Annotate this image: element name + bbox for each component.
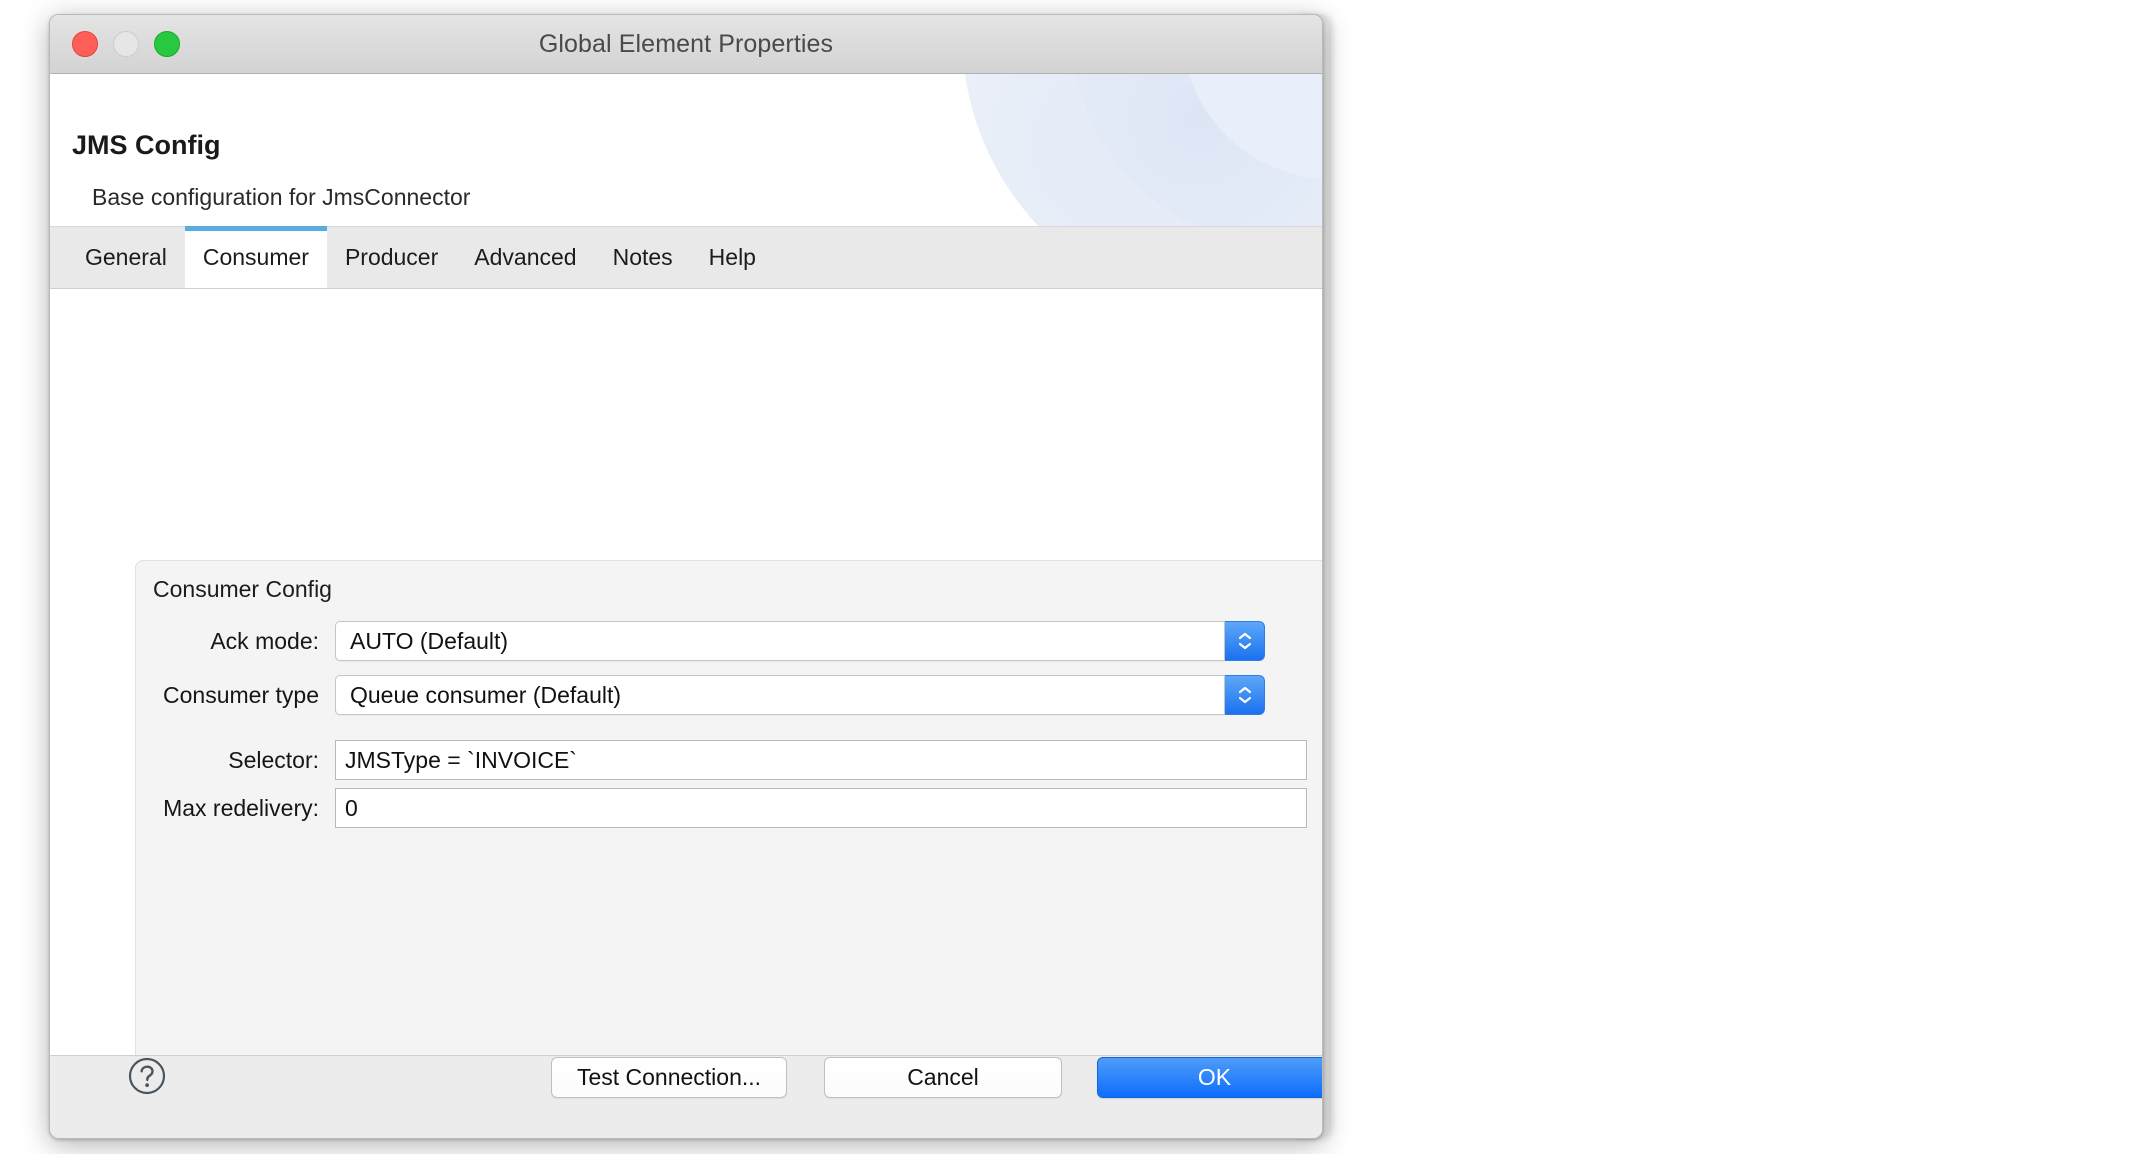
chevron-up-icon — [1238, 632, 1251, 640]
field-row-selector: Selector: JMSType = `INVOICE` — [135, 740, 1307, 780]
ack-mode-label: Ack mode: — [210, 627, 319, 654]
window-title: Global Element Properties — [538, 29, 834, 58]
tab-consumer[interactable]: Consumer — [184, 226, 328, 288]
ack-mode-value: AUTO (Default) — [335, 621, 1225, 661]
field-row-ack-mode: Ack mode: AUTO (Default) — [135, 621, 1265, 661]
selector-input[interactable]: JMSType = `INVOICE` — [335, 740, 1307, 780]
chevron-up-icon — [1238, 686, 1251, 694]
consumer-type-stepper-button[interactable] — [1225, 675, 1265, 715]
ok-button[interactable]: OK — [1097, 1057, 1322, 1098]
dialog-footer: Test Connection... Cancel OK — [50, 1055, 1322, 1138]
field-row-consumer-type: Consumer type Queue consumer (Default) — [135, 675, 1265, 715]
tab-content-consumer: Consumer Config Ack mode: AUTO (Default)… — [50, 289, 1322, 1138]
consumer-type-label: Consumer type — [163, 681, 319, 708]
page-subtitle: Base configuration for JmsConnector — [92, 184, 471, 210]
consumer-type-combobox[interactable]: Queue consumer (Default) — [335, 675, 1265, 715]
question-circle-icon[interactable] — [128, 1057, 166, 1095]
max-redelivery-input[interactable]: 0 — [335, 788, 1307, 828]
tab-general[interactable]: General — [67, 226, 185, 288]
max-redelivery-label: Max redelivery: — [163, 794, 319, 821]
dialog-header: JMS Config Base configuration for JmsCon… — [50, 74, 1322, 227]
test-connection-button[interactable]: Test Connection... — [551, 1057, 787, 1098]
ack-mode-stepper-button[interactable] — [1225, 621, 1265, 661]
window-titlebar: Global Element Properties — [50, 15, 1322, 74]
tab-producer[interactable]: Producer — [327, 226, 456, 288]
cancel-button[interactable]: Cancel — [824, 1057, 1062, 1098]
ack-mode-combobox[interactable]: AUTO (Default) — [335, 621, 1265, 661]
page-title: JMS Config — [72, 130, 221, 160]
tab-advanced[interactable]: Advanced — [456, 226, 594, 288]
consumer-type-value: Queue consumer (Default) — [335, 675, 1225, 715]
field-row-max-redelivery: Max redelivery: 0 — [135, 788, 1307, 828]
selector-label: Selector: — [228, 746, 319, 773]
consumer-config-title: Consumer Config — [153, 576, 332, 602]
global-element-properties-dialog: Global Element Properties JMS Config Bas… — [49, 14, 1323, 1139]
header-decoration-arc-icon — [1182, 74, 1322, 179]
header-decoration-arc-icon — [962, 74, 1322, 226]
chevron-down-icon — [1238, 642, 1251, 650]
header-decoration-arc-icon — [1072, 74, 1322, 226]
tab-help[interactable]: Help — [691, 226, 774, 288]
tab-bar: General Consumer Producer Advanced Notes… — [50, 226, 1322, 289]
tab-notes[interactable]: Notes — [595, 226, 691, 288]
chevron-down-icon — [1238, 696, 1251, 704]
